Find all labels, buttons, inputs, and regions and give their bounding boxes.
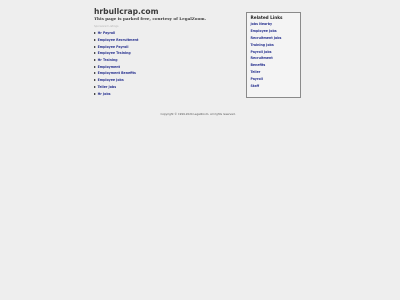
related-item: Payroll bbox=[251, 75, 282, 82]
sponsored-link-employment-benefits[interactable]: Employment Benefits bbox=[98, 71, 136, 75]
triangle-right-icon bbox=[94, 65, 96, 68]
triangle-right-icon bbox=[94, 32, 96, 35]
sponsored-link-employment[interactable]: Employment bbox=[98, 65, 120, 69]
related-item: Jobs Nearby bbox=[251, 21, 282, 28]
sponsored-item: Employee Jobs bbox=[94, 77, 138, 84]
related-link-recruitment[interactable]: Recruitment bbox=[251, 56, 273, 60]
related-links-title: Related Links bbox=[250, 15, 283, 20]
sponsored-item: Employee Payroll bbox=[94, 43, 138, 50]
triangle-right-icon bbox=[94, 52, 96, 55]
related-item: Benefits bbox=[251, 62, 282, 69]
related-link-teller[interactable]: Teller bbox=[251, 70, 261, 74]
sponsored-link-employee-jobs[interactable]: Employee Jobs bbox=[98, 78, 124, 82]
sponsored-listings-caption: Sponsored Listings bbox=[94, 25, 119, 28]
sponsored-link-employee-recruitment[interactable]: Employee Recruitment bbox=[98, 38, 139, 42]
related-item: Employee Jobs bbox=[251, 28, 282, 35]
related-link-benefits[interactable]: Benefits bbox=[251, 63, 266, 67]
related-links-panel: Related Links Jobs Nearby Employee Jobs … bbox=[246, 12, 301, 98]
related-link-staff[interactable]: Staff bbox=[251, 84, 260, 88]
triangle-right-icon bbox=[94, 92, 96, 95]
related-item: Payroll Jobs bbox=[251, 48, 282, 55]
related-item: Teller bbox=[251, 69, 282, 76]
related-item: Training Jobs bbox=[251, 41, 282, 48]
related-link-training-jobs[interactable]: Training Jobs bbox=[251, 43, 274, 47]
triangle-right-icon bbox=[94, 79, 96, 82]
sponsored-item: Employment bbox=[94, 63, 138, 70]
sponsored-item: Hr Training bbox=[94, 57, 138, 64]
related-link-payroll-jobs[interactable]: Payroll Jobs bbox=[251, 50, 272, 54]
domain-title: hrbullcrap.com bbox=[94, 7, 159, 16]
triangle-right-icon bbox=[94, 59, 96, 62]
sponsored-link-employee-payroll[interactable]: Employee Payroll bbox=[98, 45, 129, 49]
copyright-notice: Copyright © 1999-2024 LegalZoom. All rig… bbox=[160, 112, 236, 116]
related-item: Recruitment Jobs bbox=[251, 35, 282, 42]
sponsored-link-hr-jobs[interactable]: Hr Jobs bbox=[98, 92, 111, 96]
sponsored-listings: Hr Payroll Employee Recruitment Employee… bbox=[94, 30, 138, 97]
sponsored-link-hr-training[interactable]: Hr Training bbox=[98, 58, 118, 62]
sponsored-item: Teller Jobs bbox=[94, 84, 138, 91]
triangle-right-icon bbox=[94, 85, 96, 88]
related-link-jobs-nearby[interactable]: Jobs Nearby bbox=[251, 22, 273, 26]
sponsored-item: Employee Training bbox=[94, 50, 138, 57]
related-link-employee-jobs[interactable]: Employee Jobs bbox=[251, 29, 277, 33]
related-link-payroll[interactable]: Payroll bbox=[251, 77, 263, 81]
sponsored-item: Hr Payroll bbox=[94, 30, 138, 37]
related-link-recruitment-jobs[interactable]: Recruitment Jobs bbox=[251, 36, 282, 40]
sponsored-link-hr-payroll[interactable]: Hr Payroll bbox=[98, 31, 116, 35]
related-item: Recruitment bbox=[251, 55, 282, 62]
related-links-list: Jobs Nearby Employee Jobs Recruitment Jo… bbox=[251, 21, 282, 89]
sponsored-item: Employment Benefits bbox=[94, 70, 138, 77]
sponsored-item: Employee Recruitment bbox=[94, 37, 138, 44]
sponsored-item: Hr Jobs bbox=[94, 90, 138, 97]
triangle-right-icon bbox=[94, 72, 96, 75]
parked-domain-page: { "header": { "domain": "hrbullcrap.com"… bbox=[0, 0, 400, 300]
related-item: Staff bbox=[251, 82, 282, 89]
triangle-right-icon bbox=[94, 39, 96, 42]
sponsored-link-employee-training[interactable]: Employee Training bbox=[98, 51, 131, 55]
parked-tagline: This page is parked free, courtesy of Le… bbox=[94, 16, 207, 21]
triangle-right-icon bbox=[94, 45, 96, 48]
sponsored-link-teller-jobs[interactable]: Teller Jobs bbox=[98, 85, 117, 89]
